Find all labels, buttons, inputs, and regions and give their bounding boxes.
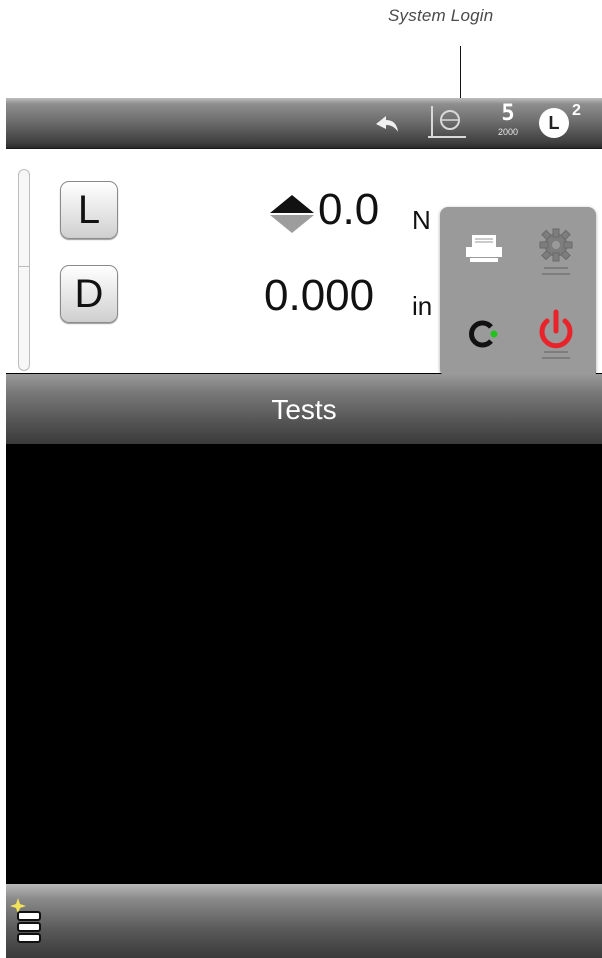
bottom-toolbar bbox=[6, 884, 602, 958]
frame-crosshead-icon[interactable] bbox=[424, 104, 468, 142]
scrollbar-thumb[interactable] bbox=[19, 266, 29, 267]
status-bar: 5 2000 L 2 bbox=[6, 98, 602, 149]
readout-panel: L 0.0 N D 0.000 in bbox=[6, 149, 602, 382]
login-icon[interactable] bbox=[452, 303, 516, 367]
load-cell-badge[interactable]: L bbox=[539, 108, 569, 138]
system-number: 5 bbox=[501, 101, 515, 126]
system-menu-popup bbox=[440, 207, 596, 377]
load-direction-down-icon bbox=[270, 215, 314, 233]
load-value: 0.0 bbox=[318, 185, 380, 234]
power-icon[interactable] bbox=[524, 303, 588, 367]
system-badge[interactable]: 5 2000 bbox=[493, 102, 523, 144]
printer-icon[interactable] bbox=[452, 221, 516, 285]
system-model: 2000 bbox=[497, 127, 519, 137]
load-direction-up-icon bbox=[270, 195, 314, 213]
load-cell-count: 2 bbox=[572, 102, 581, 119]
load-key-button[interactable]: L bbox=[60, 181, 118, 239]
displacement-unit[interactable]: in bbox=[412, 291, 432, 321]
device-screen: 5 2000 L 2 L 0.0 N D 0.000 in Tests bbox=[6, 98, 602, 958]
list-add-icon[interactable] bbox=[10, 894, 50, 948]
load-unit[interactable]: N bbox=[412, 205, 431, 235]
tests-header: Tests bbox=[6, 374, 602, 444]
gear-icon[interactable] bbox=[524, 221, 588, 285]
callout-label: System Login bbox=[388, 6, 494, 25]
readout-scrollbar[interactable] bbox=[18, 169, 30, 371]
displacement-key-button[interactable]: D bbox=[60, 265, 118, 323]
displacement-value: 0.000 bbox=[264, 271, 375, 320]
curved-arrow-icon[interactable] bbox=[370, 110, 404, 136]
tests-list-area[interactable] bbox=[6, 444, 602, 884]
